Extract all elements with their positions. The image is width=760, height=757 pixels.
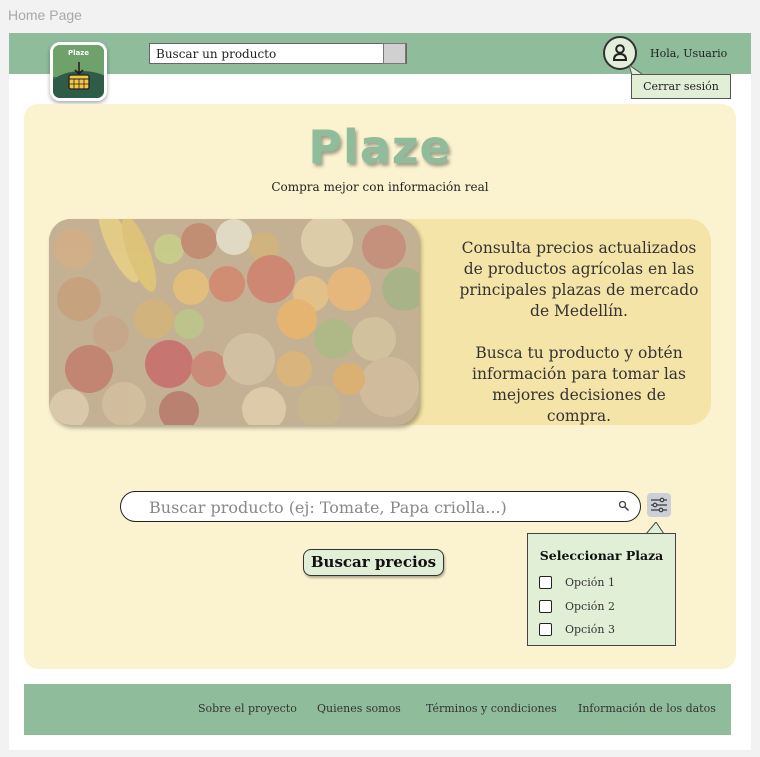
footer: Sobre el proyecto Quienes somos Términos…	[24, 684, 731, 735]
header-search-box	[149, 43, 407, 64]
app-logo[interactable]: Plaze	[50, 42, 107, 101]
header-search-input[interactable]	[150, 44, 385, 63]
footer-link-data-info[interactable]: Información de los datos	[578, 702, 716, 715]
checkbox[interactable]	[539, 600, 552, 613]
checkbox[interactable]	[539, 576, 552, 589]
user-greeting: Hola, Usuario	[650, 47, 728, 60]
plaza-option-label: Opción 1	[565, 576, 615, 589]
search-prices-button[interactable]: Buscar precios	[303, 549, 444, 576]
tagline: Compra mejor con información real	[271, 180, 489, 194]
logout-button[interactable]: Cerrar sesión	[631, 74, 731, 99]
plaza-option-label: Opción 2	[565, 600, 615, 613]
filter-button[interactable]	[647, 493, 671, 517]
frame-label: Home Page	[8, 7, 82, 23]
sliders-icon	[651, 497, 667, 513]
home-page: Plaze Hola, Usuario Cerrar sesión Plaze …	[9, 33, 751, 750]
user-icon	[612, 44, 628, 61]
footer-link-terms[interactable]: Términos y condiciones	[426, 702, 557, 715]
search-icon[interactable]	[618, 500, 630, 512]
header-search-button[interactable]	[383, 43, 406, 64]
product-search-input[interactable]	[149, 495, 609, 519]
brand-title: Plaze	[308, 120, 452, 174]
plaza-selector-title: Seleccionar Plaza	[539, 548, 664, 563]
produce-image	[49, 219, 419, 425]
hero-card: Plaze Compra mejor con información real …	[24, 104, 736, 669]
basket-icon	[68, 62, 90, 90]
info-paragraph-1: Consulta precios actualizados de product…	[459, 239, 699, 320]
logo-text: Plaze	[67, 49, 90, 57]
footer-link-team[interactable]: Quienes somos	[317, 702, 401, 715]
plaza-option-label: Opción 3	[565, 623, 615, 636]
product-search-box	[120, 491, 641, 522]
info-text: Consulta precios actualizados de product…	[459, 238, 699, 427]
checkbox[interactable]	[539, 623, 552, 636]
footer-link-about[interactable]: Sobre el proyecto	[198, 702, 297, 715]
info-paragraph-2: Busca tu producto y obtén información pa…	[472, 344, 686, 425]
plaza-selector-popover: Seleccionar Plaza Opción 1 Opción 2 Opci…	[527, 533, 676, 646]
